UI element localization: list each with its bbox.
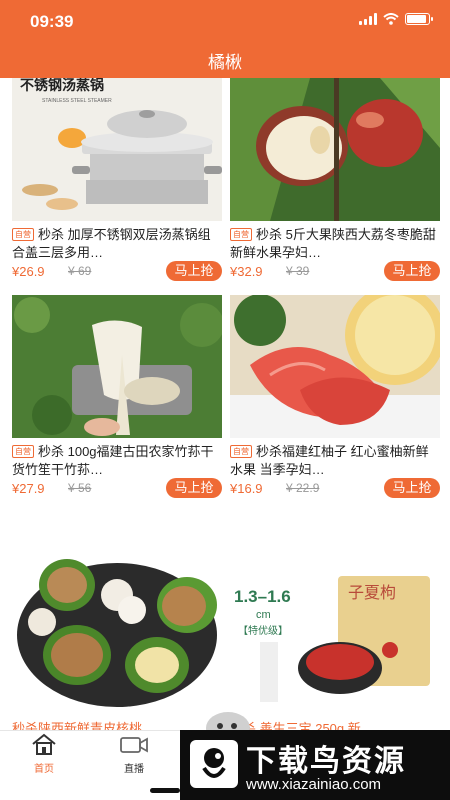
original-price: ¥ 69	[68, 264, 92, 278]
bird-logo-icon	[190, 740, 238, 788]
product-title-text: 秒杀福建红柚子 红心蜜柚新鲜水果 当季孕妇…	[230, 444, 429, 477]
sale-price: ¥26.9	[12, 264, 45, 279]
assistant-mascot-icon[interactable]	[204, 708, 252, 730]
product-image-bamboo-fungus[interactable]	[12, 295, 222, 438]
battery-icon	[405, 13, 433, 25]
self-operated-badge: 自营	[230, 445, 252, 458]
product-image-red-pomelo[interactable]	[230, 295, 440, 438]
product-card[interactable]: 自营 秒杀 5斤大果陕西大荔冬枣脆甜新鲜水果孕妇… ¥32.9 ¥ 39 马上抢	[230, 78, 440, 288]
product-title-text: 秒杀 加厚不锈钢双层汤蒸锅组合盖三层多用…	[12, 227, 211, 260]
home-indicator	[150, 788, 180, 793]
status-icons	[359, 13, 433, 25]
product-image-walnuts[interactable]	[12, 540, 222, 720]
product-image-steamer-pot[interactable]: 不锈钢汤蒸锅 STAINLESS STEEL STEAMER	[12, 78, 222, 221]
product-card[interactable]: 1.3–1.6 cm 【特优级】 子夏枸 秒杀 善生三宝 250g 新	[230, 540, 440, 730]
price-row: ¥27.9 ¥ 56 马上抢	[12, 478, 222, 500]
product-card[interactable]: 自营 秒杀 100g福建古田农家竹荪干货竹笙干竹荪… ¥27.9 ¥ 56 马上抢	[12, 295, 222, 505]
watermark-banner: 下载鸟资源 www.xiazainiao.com	[180, 730, 450, 800]
product-title-text: 秒杀 100g福建古田农家竹荪干货竹笙干竹荪…	[12, 444, 214, 477]
steamer-image-title: 不锈钢汤蒸锅	[20, 78, 104, 93]
goji-bag-text: 子夏枸	[348, 584, 396, 602]
status-time: 09:39	[30, 12, 74, 31]
price-row: ¥32.9 ¥ 39 马上抢	[230, 261, 440, 283]
watermark-url: www.xiazainiao.com	[246, 776, 382, 793]
product-card[interactable]: 秒杀陕西新鲜青皮核桃	[12, 540, 222, 730]
goji-size-text: 1.3–1.6	[234, 587, 291, 606]
buy-now-button[interactable]: 马上抢	[384, 261, 440, 281]
price-row: ¥16.9 ¥ 22.9 马上抢	[230, 478, 440, 500]
product-image-goji-berries[interactable]: 1.3–1.6 cm 【特优级】 子夏枸	[230, 540, 440, 720]
cellular-signal-icon	[359, 13, 377, 25]
sale-price: ¥27.9	[12, 481, 45, 496]
product-title[interactable]: 自营 秒杀 100g福建古田农家竹荪干货竹笙干竹荪…	[12, 443, 222, 479]
product-title[interactable]: 秒杀 善生三宝 250g 新	[230, 720, 440, 730]
product-card[interactable]: 不锈钢汤蒸锅 STAINLESS STEEL STEAMER 自营 秒杀 加厚不锈…	[12, 78, 222, 288]
product-title-text: 秒杀 5斤大果陕西大荔冬枣脆甜新鲜水果孕妇…	[230, 227, 436, 260]
price-row: ¥26.9 ¥ 69 马上抢	[12, 261, 222, 283]
self-operated-badge: 自营	[12, 228, 34, 241]
tab-home-label: 首页	[34, 764, 54, 775]
product-image-winter-jujube[interactable]	[230, 78, 440, 221]
product-title[interactable]: 自营 秒杀 加厚不锈钢双层汤蒸锅组合盖三层多用…	[12, 226, 222, 262]
video-camera-icon	[120, 737, 148, 753]
tab-live-label: 直播	[124, 764, 144, 775]
home-icon	[32, 733, 56, 755]
app-header: 09:39 橘楸	[0, 0, 450, 78]
goji-grade-text: 【特优级】	[238, 624, 288, 637]
buy-now-button[interactable]: 马上抢	[384, 478, 440, 498]
product-title-text: 秒杀陕西新鲜青皮核桃	[12, 721, 143, 730]
watermark-title: 下载鸟资源	[246, 745, 406, 778]
product-title[interactable]: 秒杀陕西新鲜青皮核桃	[12, 720, 222, 730]
product-title[interactable]: 自营 秒杀 5斤大果陕西大荔冬枣脆甜新鲜水果孕妇…	[230, 226, 440, 262]
sale-price: ¥16.9	[230, 481, 263, 496]
tab-live[interactable]: 直播	[104, 733, 164, 775]
original-price: ¥ 39	[286, 264, 310, 278]
buy-now-button[interactable]: 马上抢	[166, 261, 222, 281]
goji-size-unit: cm	[256, 609, 271, 621]
original-price: ¥ 22.9	[286, 481, 320, 495]
wifi-icon	[383, 13, 399, 25]
product-title[interactable]: 自营 秒杀福建红柚子 红心蜜柚新鲜水果 当季孕妇…	[230, 443, 440, 479]
steamer-image-subtitle: STAINLESS STEEL STEAMER	[42, 98, 112, 104]
product-card[interactable]: 自营 秒杀福建红柚子 红心蜜柚新鲜水果 当季孕妇… ¥16.9 ¥ 22.9 马上…	[230, 295, 440, 505]
product-grid[interactable]: 不锈钢汤蒸锅 STAINLESS STEEL STEAMER 自营 秒杀 加厚不锈…	[0, 78, 450, 730]
sale-price: ¥32.9	[230, 264, 263, 279]
buy-now-button[interactable]: 马上抢	[166, 478, 222, 498]
original-price: ¥ 56	[68, 481, 92, 495]
tab-home[interactable]: 首页	[14, 733, 74, 775]
page-title: 橘楸	[208, 53, 242, 72]
self-operated-badge: 自营	[12, 445, 34, 458]
status-bar: 09:39	[0, 0, 450, 40]
self-operated-badge: 自营	[230, 228, 252, 241]
